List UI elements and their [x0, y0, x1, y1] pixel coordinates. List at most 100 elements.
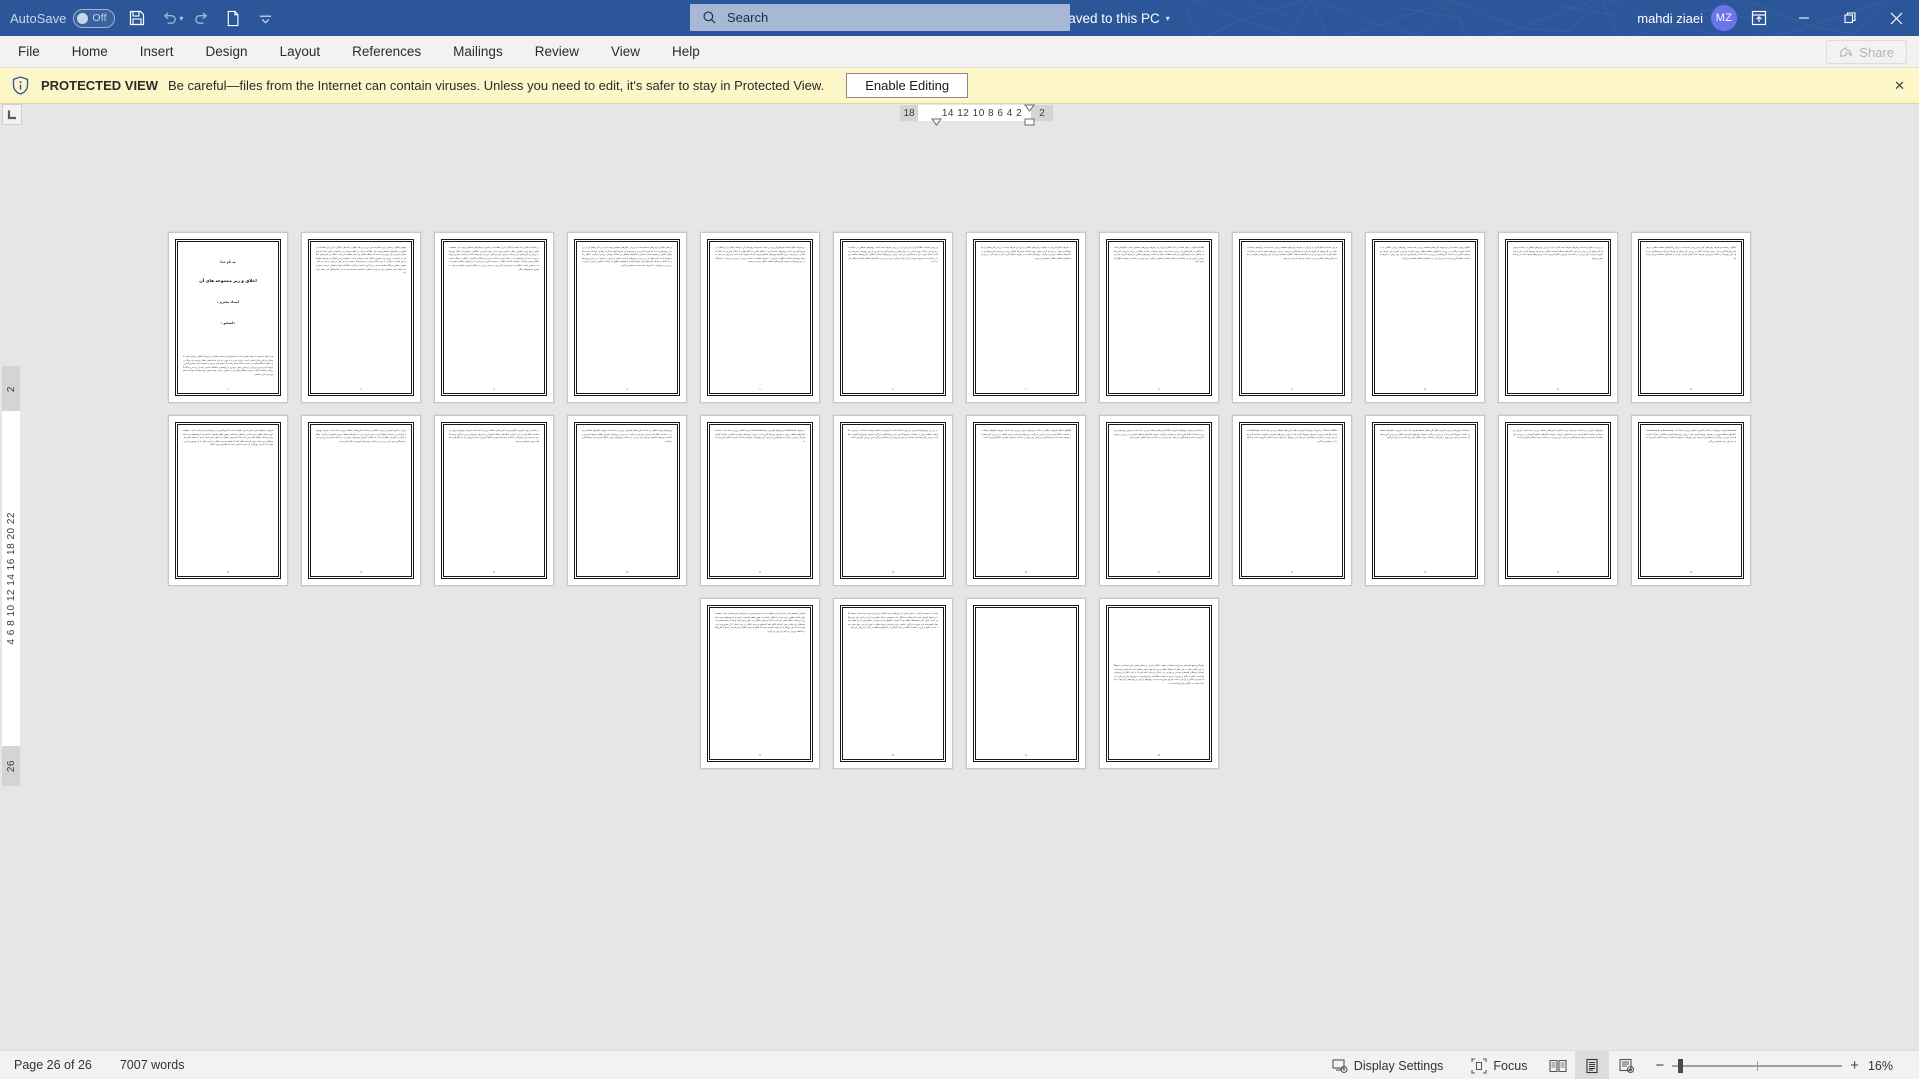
page-content: ۱. تعریف اخلاق کاربردی ۲. شناخت روش‌های … [973, 239, 1079, 396]
page-thumbnail[interactable]: در شناخت روش آموزش اخلاق و تربیت کاربرده… [434, 415, 554, 586]
page-thumbnail[interactable]: در تعریف اخلاق شناخت موضوع آن بررسی است … [700, 232, 820, 403]
page-body-text: نتیجه‌گیری هیچ مقدمه‌ای نمی‌تواند مسئله … [1114, 665, 1204, 685]
page-content: الگوهای مختلف آموزش اخلاق در شناخت روش‌ه… [973, 422, 1079, 579]
left-indent-marker[interactable] [1024, 118, 1035, 126]
page-content: در شناخت و تعریف روش‌های آموزش اخلاق کار… [1106, 422, 1212, 579]
page-thumbnail[interactable]: نتیجه‌گیری هیچ مقدمه‌ای نمی‌تواند مسئله … [1099, 598, 1219, 769]
page-thumbnail[interactable]: در شناخت روش‌های تربیتی آموزش اخلاق کارب… [1365, 415, 1485, 586]
tab-file[interactable]: File [0, 36, 56, 68]
page-thumbnail[interactable]: 27 [966, 598, 1086, 769]
page-number: 6 [892, 389, 894, 391]
page-thumbnail[interactable]: ۱. تعریف اخلاق کاربردی ۲. شناخت روش‌های … [966, 232, 1086, 403]
page-thumbnail[interactable]: روش‌های تربیت اخلاقی در شناخت کاربردهای … [567, 415, 687, 586]
print-layout-icon[interactable] [1575, 1051, 1610, 1079]
autosave-switch[interactable]: Off [73, 8, 116, 28]
autosave-knob [77, 12, 89, 24]
tab-design[interactable]: Design [190, 36, 264, 68]
page-thumbnail[interactable]: Rational تعریف روش‌ها در شناخت آموزش اخل… [1631, 415, 1751, 586]
zoom-slider[interactable] [1672, 1058, 1843, 1073]
search-input[interactable]: Search [690, 4, 1070, 31]
zoom-slider-thumb[interactable] [1678, 1058, 1684, 1073]
page-content: اخلاق در شناخت و تعریف روش‌های کاربردی ب… [1638, 239, 1744, 396]
zoom-out-button[interactable]: − [1655, 1057, 1664, 1074]
read-mode-icon[interactable] [1541, 1051, 1575, 1079]
redo-icon[interactable] [185, 3, 217, 33]
tab-view[interactable]: View [595, 36, 656, 68]
tab-references[interactable]: References [336, 36, 437, 68]
page-thumbnail[interactable]: روش از اصول آموزش و تربیت اخلاقی در شناخ… [301, 415, 421, 586]
page-content: مفهوم اخلاق در نظر در این مجموعه مورد بر… [308, 239, 414, 396]
autosave-toggle[interactable]: AutoSave Off [10, 8, 116, 28]
page-thumbnail[interactable]: در تعریف Conditional روش‌های آموزشی و Un… [700, 415, 820, 586]
close-icon[interactable] [1873, 0, 1919, 36]
zoom-control[interactable]: − + 16% [1643, 1057, 1919, 1074]
enable-editing-button[interactable]: Enable Editing [846, 73, 969, 98]
page-row: به نام خدا اخلاق و زیر مجموعه های آن استاد… [0, 232, 1919, 403]
customize-quick-access-toolbar-icon[interactable] [249, 3, 281, 33]
tab-home[interactable]: Home [56, 36, 124, 68]
page-thumbnail[interactable]: در نظر اخلاق و ارزش‌های شناخته شده از بر… [567, 232, 687, 403]
tab-insert[interactable]: Insert [124, 36, 190, 68]
page-number: 12 [1689, 389, 1693, 391]
page-content: از این شناخت اخلاق کاربرد و ارزیابی در ت… [1239, 239, 1345, 396]
page-number: 9 [1291, 389, 1293, 391]
ruler-row: 18 14 12 10 8 6 4 2 2 [0, 104, 1919, 126]
first-line-indent-marker[interactable] [931, 118, 942, 126]
word-count[interactable]: 7007 words [106, 1051, 199, 1079]
page-body-text: در بررسی روش‌های آموزشی و تربیتی اخلاق ش… [848, 430, 938, 440]
focus-icon [1471, 1057, 1487, 1074]
page-thumbnail[interactable]: آموزش مستقیم مبانی دانش از این حقیقت است… [168, 415, 288, 586]
share-button[interactable]: Share [1826, 40, 1907, 64]
focus-button[interactable]: Focus [1457, 1051, 1541, 1079]
tab-layout[interactable]: Layout [264, 36, 337, 68]
page-thumbnail[interactable]: اخلاق و روش شناخت آن در تعریف کاربردهای … [1365, 232, 1485, 403]
page-number: 2 [360, 389, 362, 391]
page-thumbnail[interactable]: الگوهای مختلف آموزش اخلاق در شناخت روش‌ه… [966, 415, 1086, 586]
page-thumbnail[interactable]: از این شناخت اخلاق کاربرد و ارزیابی در ت… [1232, 232, 1352, 403]
page-thumbnail[interactable]: به نام خدا اخلاق و زیر مجموعه های آن استاد… [168, 232, 288, 403]
ribbon-display-options-icon[interactable] [1737, 0, 1781, 36]
page-content: در بررسی اخلاق و شناخت روش‌های تعریف شده… [1505, 239, 1611, 396]
page-thumbnail[interactable]: در بررسی اخلاق و شناخت روش‌های تعریف شده… [1498, 232, 1618, 403]
close-icon[interactable]: ✕ [1894, 78, 1905, 94]
page-thumbnail[interactable]: مفهوم اخلاق در نظر در این مجموعه مورد بر… [301, 232, 421, 403]
web-layout-icon[interactable] [1609, 1051, 1643, 1079]
undo-dropdown-caret[interactable]: ▾ [179, 14, 183, 23]
page-thumbnail[interactable]: (Peters 1981) در تعریف روش‌های آموزش اخل… [1232, 415, 1352, 586]
tab-help[interactable]: Help [656, 36, 716, 68]
tab-mailings[interactable]: Mailings [437, 36, 519, 68]
document-canvas[interactable]: 2 4 6 8 10 12 14 16 18 20 22 26 به نام خ… [0, 126, 1919, 1050]
page-content: آموزش مستقیم مبانی دانش از این حقیقت است… [175, 422, 281, 579]
zoom-in-button[interactable]: + [1850, 1057, 1859, 1074]
title-dropdown-caret[interactable]: ▾ [1166, 14, 1170, 23]
page-body-text: در شناخت و تعریف روش‌های آموزش اخلاق کار… [1114, 430, 1204, 440]
page-content: به نام خدا اخلاق و زیر مجموعه های آن استاد… [175, 239, 281, 396]
new-document-icon[interactable] [217, 3, 249, 33]
hanging-indent-marker[interactable] [1024, 104, 1035, 112]
page-thumbnail[interactable]: اشاره به شخصیت کودک به عنوان مالی از روش… [833, 598, 953, 769]
page-body-text: در شناخت اخلاق را که نشانه سازگار با درک… [449, 247, 539, 271]
save-icon[interactable] [121, 3, 153, 33]
page-thumbnails[interactable]: به نام خدا اخلاق و زیر مجموعه های آن استاد… [0, 126, 1919, 1050]
page-thumbnail[interactable]: آموزش مستقیم مبانی دانش از این حقیقت است… [700, 598, 820, 769]
page-thumbnail[interactable]: در بررسی روش‌های آموزشی و تربیتی اخلاق ش… [833, 415, 953, 586]
page-thumbnail[interactable]: روش‌های آموزشی در شناخت و تعریف تربیت اخ… [1498, 415, 1618, 586]
tab-review[interactable]: Review [519, 36, 595, 68]
zoom-level[interactable]: 16% [1867, 1059, 1907, 1073]
page-thumbnail[interactable]: در شناخت و تعریف روش‌های آموزش اخلاق کار… [1099, 415, 1219, 586]
display-settings-button[interactable]: Display Settings [1318, 1051, 1458, 1079]
page-thumbnail[interactable]: در روش شناخت اخلاق کاربرد و ارزیابی آن د… [833, 232, 953, 403]
restore-icon[interactable] [1827, 0, 1873, 36]
page-thumbnail[interactable]: اخلاق در شناخت و تعریف روش‌های کاربردی ب… [1631, 232, 1751, 403]
avatar[interactable]: MZ [1711, 5, 1737, 31]
page-thumbnail[interactable]: در شناخت اخلاق را که نشانه سازگار با درک… [434, 232, 554, 403]
minimize-icon[interactable] [1781, 0, 1827, 36]
page-indicator[interactable]: Page 26 of 26 [0, 1051, 106, 1079]
title-line: دانشجو : [221, 321, 235, 325]
page-thumbnail[interactable]: اطلاعات اولیه در نظر شناخت را که اخلاق و… [1099, 232, 1219, 403]
horizontal-ruler-left-margin[interactable]: 18 [900, 105, 918, 121]
user-name[interactable]: mahdi ziaei [1637, 11, 1703, 26]
page-number: 1 [227, 389, 229, 391]
page-body-text: در شناخت روش آموزش اخلاق و تربیت کاربرده… [449, 430, 539, 443]
left-tab-stop-icon[interactable] [2, 104, 22, 125]
